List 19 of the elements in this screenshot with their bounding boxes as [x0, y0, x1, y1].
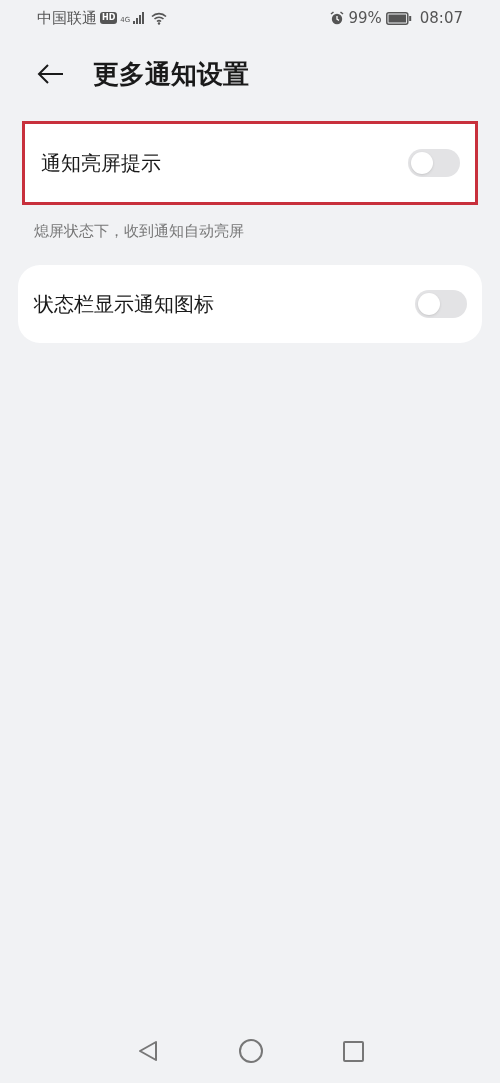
toggle-switch[interactable]	[408, 149, 460, 177]
battery-icon	[385, 11, 412, 25]
back-nav-button[interactable]	[136, 1040, 159, 1062]
hd-badge: HD	[100, 12, 118, 24]
signal-icon	[133, 12, 146, 24]
wifi-icon	[151, 11, 168, 25]
setting-caption: 熄屏状态下，收到通知自动亮屏	[33, 221, 245, 242]
home-nav-button[interactable]	[238, 1039, 263, 1063]
alarm-icon	[330, 11, 345, 25]
recents-nav-button[interactable]	[342, 1040, 364, 1062]
setting-card[interactable]: 状态栏显示通知图标	[18, 264, 482, 343]
toggle-switch[interactable]	[415, 289, 467, 318]
battery-percent: 99%	[348, 7, 382, 29]
setting-label: 通知亮屏提示	[41, 150, 161, 177]
clock-time: 08:07	[419, 7, 463, 29]
page-title: 更多通知设置	[93, 57, 249, 91]
carrier-name: 中国联通	[37, 7, 97, 29]
setting-label: 状态栏显示通知图标	[34, 290, 214, 318]
setting-card[interactable]: 通知亮屏提示	[25, 124, 475, 202]
